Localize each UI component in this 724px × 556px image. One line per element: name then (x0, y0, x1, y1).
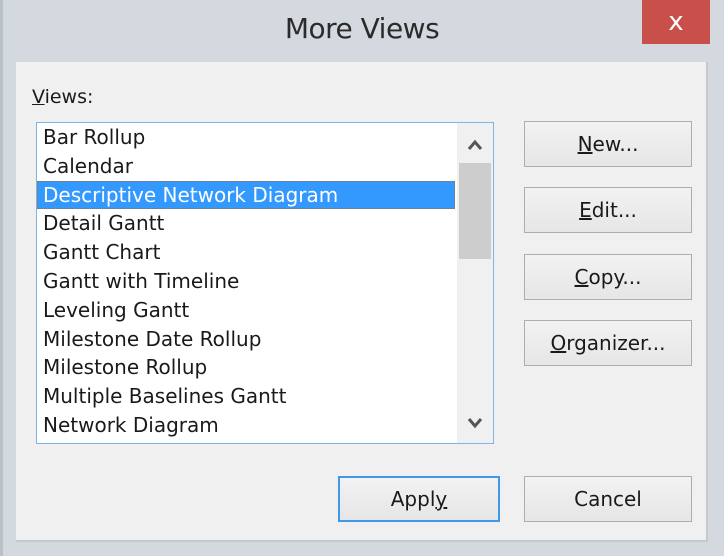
copy-accel: C (574, 265, 589, 289)
new-button[interactable]: New... (524, 121, 692, 167)
chevron-up-icon (467, 139, 483, 150)
list-item[interactable]: Bar Rollup (37, 123, 457, 152)
apply-label: Appl (390, 487, 436, 511)
edit-button[interactable]: Edit... (524, 187, 692, 233)
organizer-button[interactable]: Organizer... (524, 320, 692, 366)
organizer-label: rganizer... (566, 331, 666, 355)
views-list: Bar Rollup Calendar Descriptive Network Di… (37, 123, 457, 440)
views-scrollbar[interactable] (457, 123, 493, 443)
list-item[interactable]: Milestone Date Rollup (37, 325, 457, 354)
list-item[interactable]: Leveling Gantt (37, 296, 457, 325)
scroll-down-button[interactable] (457, 405, 493, 441)
list-item-selected[interactable]: Descriptive Network Diagram (37, 180, 455, 210)
window-frame-edge (0, 0, 3, 556)
scroll-up-button[interactable] (457, 127, 493, 163)
edit-label: dit... (591, 198, 637, 222)
dialog-title: More Views (284, 12, 440, 45)
apply-accel: y (435, 487, 448, 511)
views-listbox[interactable]: Bar Rollup Calendar Descriptive Network Di… (36, 122, 494, 444)
views-label: Views: (32, 86, 93, 108)
apply-button[interactable]: Appl y (338, 476, 500, 522)
list-item[interactable]: Milestone Rollup (37, 353, 457, 382)
cancel-button[interactable]: Cancel (524, 476, 692, 522)
organizer-accel: O (550, 331, 567, 355)
close-button[interactable]: x (642, 0, 710, 44)
views-label-rest: iews: (44, 86, 94, 108)
list-item[interactable]: Multiple Baselines Gantt (37, 382, 457, 411)
cancel-label: Cancel (574, 487, 642, 511)
list-item[interactable]: Gantt Chart (37, 238, 457, 267)
list-item[interactable]: Network Diagram (37, 411, 457, 440)
chevron-down-icon (467, 418, 483, 429)
new-accel: N (577, 132, 593, 156)
list-item[interactable]: Gantt with Timeline (37, 267, 457, 296)
close-icon: x (668, 7, 684, 37)
copy-label: opy... (588, 265, 642, 289)
new-label: ew... (592, 132, 639, 156)
views-label-accel: V (32, 86, 45, 108)
copy-button[interactable]: Copy... (524, 254, 692, 300)
list-item[interactable]: Calendar (37, 152, 457, 181)
scroll-thumb[interactable] (459, 163, 491, 259)
edit-accel: E (579, 198, 592, 222)
list-item[interactable]: Detail Gantt (37, 209, 457, 238)
